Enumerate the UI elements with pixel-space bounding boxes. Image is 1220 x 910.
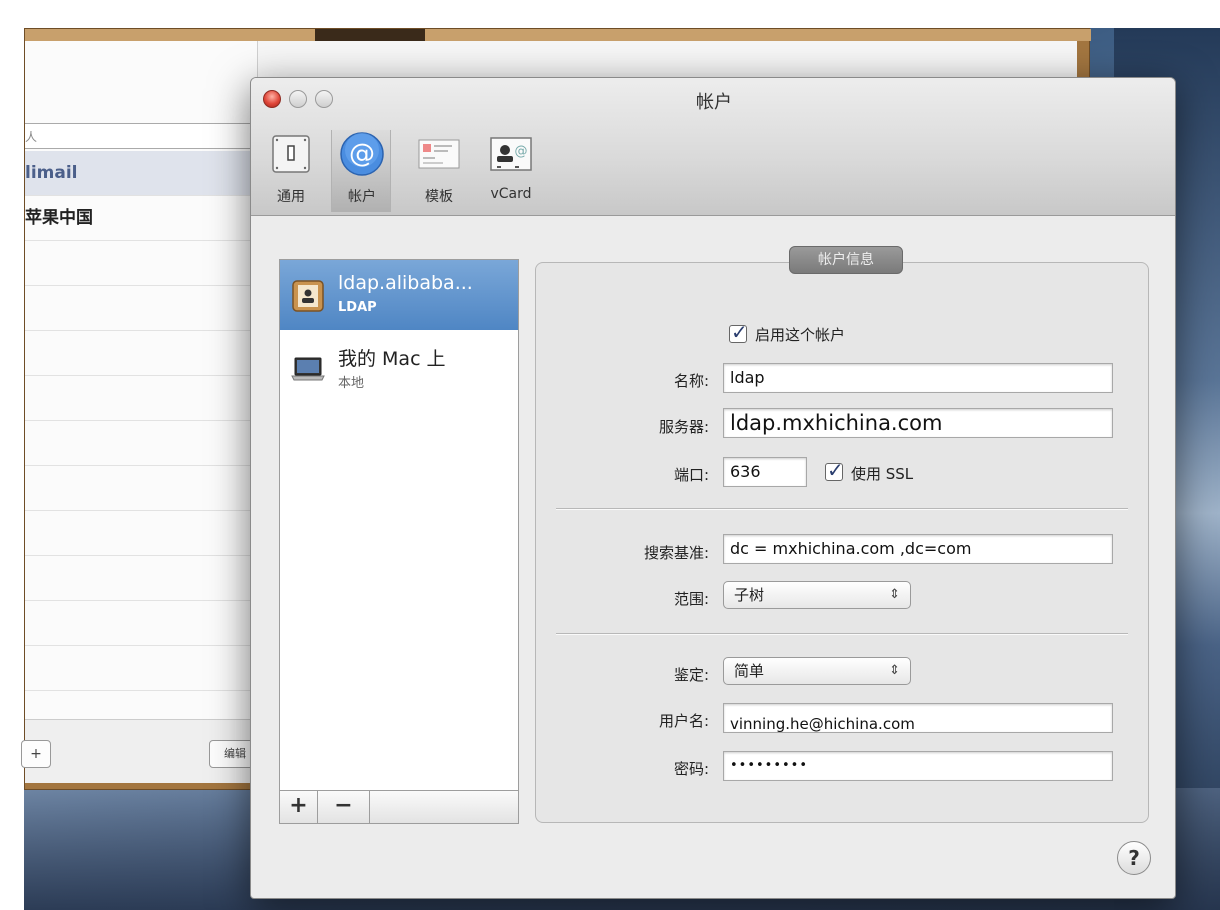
accounts-list-toolbar: + −: [279, 790, 519, 824]
port-field[interactable]: 636: [723, 457, 807, 487]
use-ssl-checkbox[interactable]: [825, 458, 844, 482]
address-book-row: [25, 601, 257, 646]
account-info-title: 帐户信息: [789, 246, 903, 274]
address-book-titlebar: [25, 29, 1091, 41]
add-account-button[interactable]: +: [280, 791, 318, 823]
server-field[interactable]: ldap.mxhichina.com: [723, 408, 1113, 438]
address-book-bottom-bar: + 编辑: [21, 719, 261, 783]
auth-label: 鉴定:: [673, 666, 709, 684]
search-base-label: 搜索基准:: [643, 544, 709, 562]
scope-popup[interactable]: 子树 ⇕: [723, 581, 911, 609]
address-book-search-field[interactable]: 人: [25, 123, 257, 149]
scope-value: 子树: [734, 586, 765, 604]
address-book-row: [25, 376, 257, 421]
general-switch-icon: [272, 135, 310, 173]
auth-popup[interactable]: 简单 ⇕: [723, 657, 911, 685]
enable-account-label: 启用这个帐户: [755, 326, 846, 344]
accounts-list[interactable]: ldap.alibaba... LDAP 我的 Mac 上 本地: [279, 259, 519, 824]
address-book-row: [25, 286, 257, 331]
window-titlebar: 帐户 通用 @ 帐户 模板 @ vCard: [251, 78, 1175, 216]
address-book-row: [25, 466, 257, 511]
address-book-row: [25, 556, 257, 601]
address-book-add-button[interactable]: +: [21, 740, 51, 768]
account-type: 本地: [338, 376, 365, 391]
server-label: 服务器:: [658, 418, 709, 436]
window-title: 帐户: [696, 92, 732, 113]
template-card-icon: [418, 139, 460, 169]
address-book-row[interactable]: limail: [25, 151, 257, 196]
address-book-row: [25, 421, 257, 466]
account-type: LDAP: [338, 300, 377, 315]
name-field[interactable]: ldap: [723, 363, 1113, 393]
account-name: 我的 Mac 上: [338, 348, 446, 370]
use-ssl-label: 使用 SSL: [851, 465, 914, 483]
preferences-window: 帐户 通用 @ 帐户 模板 @ vCard ldap.alibaba... LD…: [250, 77, 1176, 899]
toolbar-accounts[interactable]: @ 帐户: [331, 130, 391, 212]
password-field[interactable]: •••••••••: [723, 751, 1113, 781]
vcard-icon: @: [490, 137, 532, 171]
address-book-row: [25, 511, 257, 556]
username-field[interactable]: vinning.he@hichina.com: [723, 703, 1113, 733]
updown-arrows-icon: ⇕: [889, 587, 900, 602]
toolbar-label: 模板: [425, 189, 453, 205]
address-book-row: [25, 646, 257, 691]
username-label: 用户名:: [658, 712, 709, 730]
port-label: 端口:: [673, 466, 709, 484]
section-divider: [556, 508, 1128, 510]
help-button[interactable]: ?: [1117, 841, 1151, 875]
toolbar-label: vCard: [490, 186, 532, 202]
address-book-row: [25, 241, 257, 286]
svg-text:@: @: [515, 144, 528, 159]
search-base-field[interactable]: dc = mxhichina.com ,dc=com: [723, 534, 1113, 564]
password-label: 密码:: [673, 760, 709, 778]
address-book-groups-pane: 人 limail 苹果中国 + 编辑: [21, 41, 261, 783]
remove-account-button[interactable]: −: [318, 791, 370, 823]
scope-label: 范围:: [673, 590, 709, 608]
updown-arrows-icon: ⇕: [889, 663, 900, 678]
account-row-ldap[interactable]: ldap.alibaba... LDAP: [280, 260, 518, 330]
toolbar-vcard[interactable]: @ vCard: [481, 130, 541, 212]
account-name: ldap.alibaba...: [338, 272, 473, 294]
toolbar-template[interactable]: 模板: [409, 130, 469, 212]
svg-text:@: @: [349, 139, 375, 169]
toolbar-general[interactable]: 通用: [261, 130, 321, 212]
address-book-icon: [292, 280, 324, 312]
name-label: 名称:: [673, 372, 709, 390]
section-divider: [556, 633, 1128, 635]
auth-value: 简单: [734, 662, 765, 680]
address-book-row: [25, 331, 257, 376]
enable-account-checkbox[interactable]: [729, 320, 748, 344]
account-row-local[interactable]: 我的 Mac 上 本地: [280, 332, 518, 402]
toolbar-label: 通用: [277, 189, 305, 205]
toolbar-label: 帐户: [348, 189, 376, 205]
at-sign-icon: @: [340, 132, 384, 176]
address-book-row[interactable]: 苹果中国: [25, 196, 257, 241]
laptop-icon: [291, 357, 325, 381]
